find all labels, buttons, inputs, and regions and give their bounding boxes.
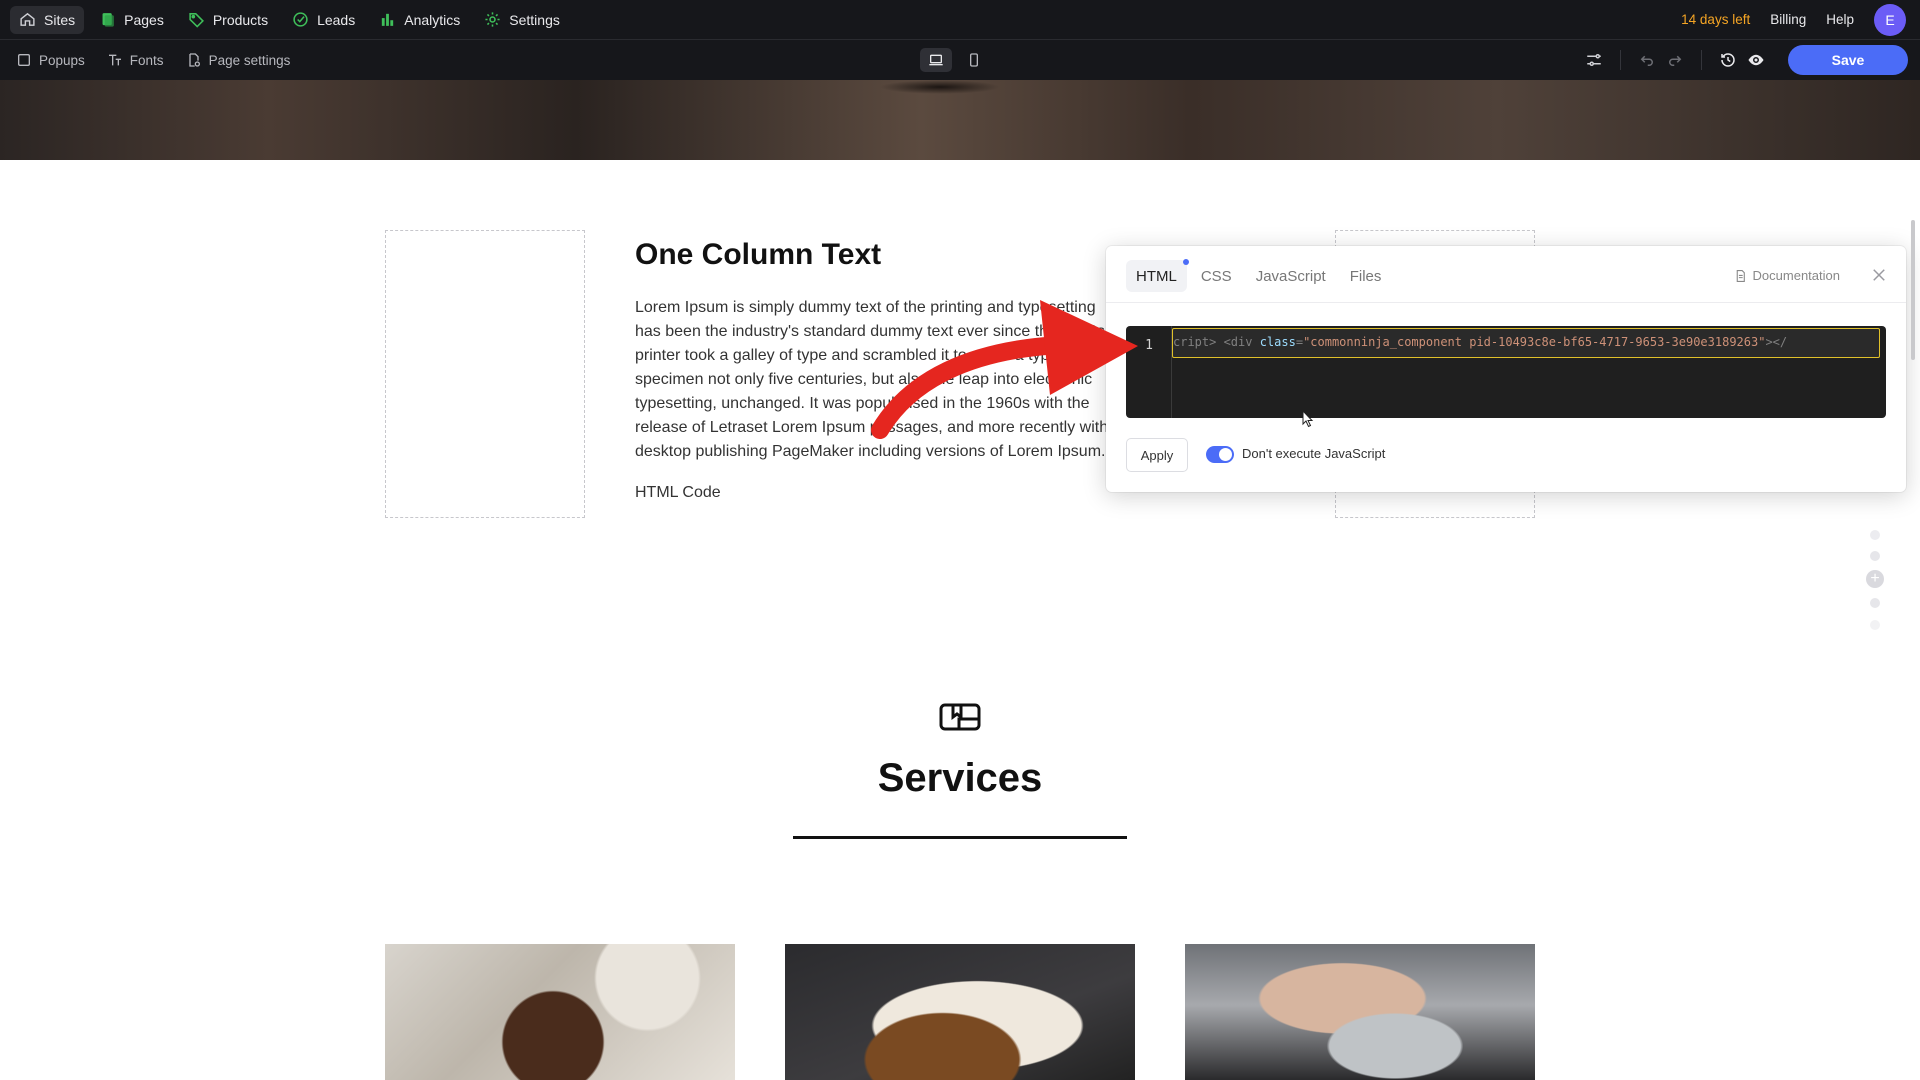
- editor-tabs: HTML CSS JavaScript Files: [1126, 259, 1392, 292]
- book-icon: [939, 703, 981, 731]
- pages-icon: [102, 13, 114, 27]
- code-token-close: ></: [1765, 335, 1788, 349]
- target-icon: [293, 12, 308, 27]
- code-token-eq: =: [1295, 335, 1304, 349]
- tab-html-label: HTML: [1136, 267, 1177, 285]
- history-icon: [1721, 53, 1735, 67]
- page-settings-icon: [188, 53, 200, 67]
- device-switcher: [920, 48, 990, 72]
- side-nav-dot[interactable]: [1870, 598, 1880, 608]
- tab-css[interactable]: CSS: [1191, 260, 1242, 292]
- editor-toolbar: Popups Fonts Page settings Save: [0, 40, 1920, 80]
- red-arrow-annotation: [871, 300, 1138, 439]
- service-image-bread[interactable]: [785, 944, 1135, 1080]
- adjustments-button[interactable]: [1580, 46, 1608, 74]
- side-nav-dot[interactable]: [1870, 620, 1880, 630]
- toggle-knob: [1219, 448, 1232, 461]
- tab-files-label: Files: [1349, 267, 1382, 285]
- page-settings-button[interactable]: Page settings: [186, 52, 291, 68]
- popup-icon: [18, 54, 30, 66]
- redo-button[interactable]: [1661, 46, 1689, 74]
- undo-icon: [1640, 55, 1653, 66]
- image-placeholder-left[interactable]: [385, 230, 585, 518]
- page-settings-label: Page settings: [208, 52, 291, 68]
- nav-analytics[interactable]: Analytics: [370, 6, 469, 34]
- side-nav-dot[interactable]: [1870, 530, 1880, 540]
- apply-button[interactable]: Apply: [1126, 438, 1188, 472]
- nav-pages[interactable]: Pages: [90, 6, 173, 34]
- nav-right: 14 days left Billing Help E: [1681, 3, 1910, 36]
- mobile-icon: [970, 53, 978, 67]
- nav-sites-label: Sites: [44, 11, 76, 28]
- desktop-icon: [929, 54, 943, 66]
- mouse-cursor-icon: [1302, 410, 1314, 428]
- service-image-baking[interactable]: [1185, 944, 1535, 1080]
- nav-products-label: Products: [212, 11, 269, 28]
- trial-days-left[interactable]: 14 days left: [1681, 12, 1750, 27]
- code-token-attr: class: [1259, 335, 1296, 349]
- nav-analytics-label: Analytics: [404, 11, 461, 28]
- fonts-button[interactable]: Fonts: [107, 52, 164, 68]
- tab-javascript-label: JavaScript: [1255, 267, 1326, 285]
- gear-icon: [485, 12, 500, 27]
- popups-label: Popups: [39, 52, 85, 68]
- fonts-label: Fonts: [129, 52, 164, 68]
- sliders-icon: [1587, 54, 1601, 66]
- toolbar-divider: [1701, 50, 1702, 70]
- history-button[interactable]: [1714, 46, 1742, 74]
- documentation-label: Documentation: [1752, 268, 1840, 283]
- top-nav: Sites Pages Products Leads Analytics Set…: [0, 0, 1920, 40]
- home-icon: [20, 12, 35, 26]
- dont-execute-js-toggle[interactable]: [1206, 446, 1234, 463]
- font-icon: [108, 54, 121, 66]
- nav-settings-label: Settings: [509, 11, 560, 28]
- tab-html[interactable]: HTML: [1126, 259, 1189, 292]
- side-nav-dot[interactable]: [1870, 551, 1880, 561]
- services-title[interactable]: Services: [0, 756, 1920, 801]
- dont-execute-js-label: Don't execute JavaScript: [1242, 446, 1386, 461]
- redo-icon: [1669, 55, 1682, 66]
- nav-pages-label: Pages: [124, 11, 164, 28]
- popups-button[interactable]: Popups: [16, 52, 85, 68]
- page-scrollbar[interactable]: [1911, 220, 1915, 360]
- html-code-element[interactable]: HTML Code: [635, 484, 721, 502]
- code-editor[interactable]: 1 cript> <div class="commonninja_compone…: [1126, 326, 1886, 418]
- nav-leads[interactable]: Leads: [283, 6, 364, 34]
- hero-image: [0, 80, 1920, 160]
- toolbar-right: Save: [1580, 40, 1908, 80]
- help-link[interactable]: Help: [1826, 12, 1854, 27]
- billing-link[interactable]: Billing: [1770, 12, 1806, 27]
- unsaved-dot: [1182, 259, 1189, 265]
- tab-files[interactable]: Files: [1340, 260, 1392, 292]
- service-image-muffin[interactable]: [385, 944, 735, 1080]
- close-icon[interactable]: [1870, 266, 1888, 284]
- nav-settings[interactable]: Settings: [475, 6, 569, 34]
- nav-leads-label: Leads: [317, 11, 356, 28]
- nav-sites[interactable]: Sites: [10, 5, 85, 34]
- avatar[interactable]: E: [1874, 3, 1906, 36]
- documentation-link[interactable]: Documentation: [1734, 268, 1840, 283]
- services-underline: [793, 836, 1127, 839]
- eye-icon: [1748, 54, 1764, 66]
- tab-javascript[interactable]: JavaScript: [1246, 260, 1336, 292]
- tab-css-label: CSS: [1200, 267, 1232, 285]
- code-line[interactable]: cript> <div class="commonninja_component…: [1172, 328, 1880, 358]
- tag-icon: [189, 13, 204, 28]
- nav-products[interactable]: Products: [179, 6, 277, 34]
- code-editor-panel: HTML CSS JavaScript Files Documentation …: [1106, 246, 1906, 492]
- mobile-view-button[interactable]: [958, 48, 990, 72]
- toolbar-divider: [1620, 50, 1621, 70]
- bar-chart-icon: [382, 13, 394, 26]
- add-section-icon[interactable]: +: [1866, 570, 1884, 588]
- section-heading[interactable]: One Column Text: [635, 238, 881, 272]
- code-token-string: "commonninja_component pid-10493c8e-bf65…: [1303, 335, 1766, 349]
- panel-divider: [1106, 302, 1906, 303]
- preview-button[interactable]: [1742, 46, 1770, 74]
- document-icon: [1736, 269, 1745, 282]
- desktop-view-button[interactable]: [920, 48, 952, 72]
- undo-button[interactable]: [1633, 46, 1661, 74]
- code-token-tag: cript> <div: [1173, 335, 1260, 349]
- save-button[interactable]: Save: [1788, 45, 1908, 75]
